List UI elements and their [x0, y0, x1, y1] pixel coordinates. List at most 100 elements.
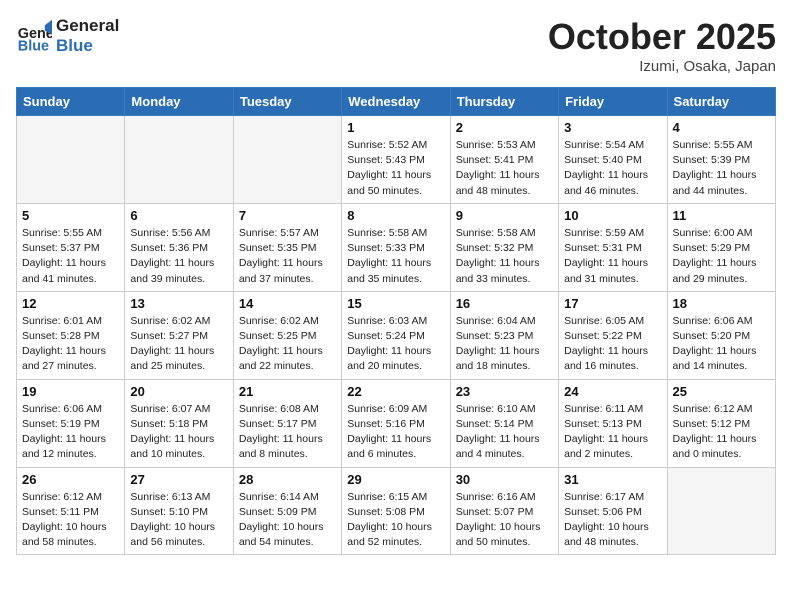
day-number: 27	[130, 472, 227, 487]
day-number: 16	[456, 296, 553, 311]
calendar-cell: 28 Sunrise: 6:14 AM Sunset: 5:09 PM Dayli…	[233, 467, 341, 555]
day-number: 13	[130, 296, 227, 311]
day-info: Sunrise: 5:59 AM Sunset: 5:31 PM Dayligh…	[564, 226, 661, 287]
day-number: 19	[22, 384, 119, 399]
day-number: 5	[22, 208, 119, 223]
day-info: Sunrise: 5:52 AM Sunset: 5:43 PM Dayligh…	[347, 138, 444, 199]
day-info: Sunrise: 6:06 AM Sunset: 5:19 PM Dayligh…	[22, 402, 119, 463]
calendar-cell: 25 Sunrise: 6:12 AM Sunset: 5:12 PM Dayli…	[667, 379, 775, 467]
day-number: 4	[673, 120, 770, 135]
day-number: 24	[564, 384, 661, 399]
day-info: Sunrise: 5:57 AM Sunset: 5:35 PM Dayligh…	[239, 226, 336, 287]
weekday-header-wednesday: Wednesday	[342, 88, 450, 116]
calendar-cell: 1 Sunrise: 5:52 AM Sunset: 5:43 PM Daylig…	[342, 116, 450, 204]
day-info: Sunrise: 5:58 AM Sunset: 5:33 PM Dayligh…	[347, 226, 444, 287]
calendar-cell	[125, 116, 233, 204]
day-info: Sunrise: 6:12 AM Sunset: 5:11 PM Dayligh…	[22, 490, 119, 551]
day-info: Sunrise: 6:14 AM Sunset: 5:09 PM Dayligh…	[239, 490, 336, 551]
calendar-cell: 20Sunrise: 6:07 AM Sunset: 5:18 PM Dayli…	[125, 379, 233, 467]
day-info: Sunrise: 6:15 AM Sunset: 5:08 PM Dayligh…	[347, 490, 444, 551]
calendar-cell: 4 Sunrise: 5:55 AM Sunset: 5:39 PM Daylig…	[667, 116, 775, 204]
month-title: October 2025	[548, 16, 776, 58]
day-info: Sunrise: 6:08 AM Sunset: 5:17 PM Dayligh…	[239, 402, 336, 463]
calendar-cell: 10Sunrise: 5:59 AM Sunset: 5:31 PM Dayli…	[559, 203, 667, 291]
day-number: 11	[673, 208, 770, 223]
day-number: 6	[130, 208, 227, 223]
day-number: 14	[239, 296, 336, 311]
day-info: Sunrise: 6:09 AM Sunset: 5:16 PM Dayligh…	[347, 402, 444, 463]
logo-general: General	[56, 16, 119, 36]
day-number: 18	[673, 296, 770, 311]
day-info: Sunrise: 6:01 AM Sunset: 5:28 PM Dayligh…	[22, 314, 119, 375]
calendar-cell: 12 Sunrise: 6:01 AM Sunset: 5:28 PM Dayli…	[17, 291, 125, 379]
calendar-cell	[17, 116, 125, 204]
calendar-cell: 13Sunrise: 6:02 AM Sunset: 5:27 PM Dayli…	[125, 291, 233, 379]
day-number: 15	[347, 296, 444, 311]
day-info: Sunrise: 6:13 AM Sunset: 5:10 PM Dayligh…	[130, 490, 227, 551]
calendar-cell: 19 Sunrise: 6:06 AM Sunset: 5:19 PM Dayli…	[17, 379, 125, 467]
day-info: Sunrise: 5:55 AM Sunset: 5:37 PM Dayligh…	[22, 226, 119, 287]
weekday-header-sunday: Sunday	[17, 88, 125, 116]
day-info: Sunrise: 6:07 AM Sunset: 5:18 PM Dayligh…	[130, 402, 227, 463]
day-info: Sunrise: 6:17 AM Sunset: 5:06 PM Dayligh…	[564, 490, 661, 551]
day-number: 30	[456, 472, 553, 487]
calendar-cell: 2 Sunrise: 5:53 AM Sunset: 5:41 PM Daylig…	[450, 116, 558, 204]
calendar-cell: 23 Sunrise: 6:10 AM Sunset: 5:14 PM Dayli…	[450, 379, 558, 467]
calendar-cell: 31Sunrise: 6:17 AM Sunset: 5:06 PM Dayli…	[559, 467, 667, 555]
page-header: General Blue General Blue October 2025 I…	[16, 16, 776, 75]
day-number: 25	[673, 384, 770, 399]
day-number: 9	[456, 208, 553, 223]
day-info: Sunrise: 5:53 AM Sunset: 5:41 PM Dayligh…	[456, 138, 553, 199]
day-info: Sunrise: 6:04 AM Sunset: 5:23 PM Dayligh…	[456, 314, 553, 375]
calendar-cell: 24 Sunrise: 6:11 AM Sunset: 5:13 PM Dayli…	[559, 379, 667, 467]
day-info: Sunrise: 6:12 AM Sunset: 5:12 PM Dayligh…	[673, 402, 770, 463]
calendar-cell: 21Sunrise: 6:08 AM Sunset: 5:17 PM Dayli…	[233, 379, 341, 467]
week-row-3: 19 Sunrise: 6:06 AM Sunset: 5:19 PM Dayli…	[17, 379, 776, 467]
calendar-cell: 14 Sunrise: 6:02 AM Sunset: 5:25 PM Dayli…	[233, 291, 341, 379]
day-info: Sunrise: 6:10 AM Sunset: 5:14 PM Dayligh…	[456, 402, 553, 463]
day-info: Sunrise: 6:05 AM Sunset: 5:22 PM Dayligh…	[564, 314, 661, 375]
calendar-cell: 11 Sunrise: 6:00 AM Sunset: 5:29 PM Dayli…	[667, 203, 775, 291]
calendar-cell: 17 Sunrise: 6:05 AM Sunset: 5:22 PM Dayli…	[559, 291, 667, 379]
calendar-cell: 8 Sunrise: 5:58 AM Sunset: 5:33 PM Daylig…	[342, 203, 450, 291]
day-number: 17	[564, 296, 661, 311]
day-info: Sunrise: 6:02 AM Sunset: 5:25 PM Dayligh…	[239, 314, 336, 375]
day-number: 7	[239, 208, 336, 223]
day-number: 29	[347, 472, 444, 487]
weekday-header-tuesday: Tuesday	[233, 88, 341, 116]
day-info: Sunrise: 5:58 AM Sunset: 5:32 PM Dayligh…	[456, 226, 553, 287]
calendar-cell: 3Sunrise: 5:54 AM Sunset: 5:40 PM Daylig…	[559, 116, 667, 204]
calendar-cell: 7 Sunrise: 5:57 AM Sunset: 5:35 PM Daylig…	[233, 203, 341, 291]
calendar: SundayMondayTuesdayWednesdayThursdayFrid…	[16, 87, 776, 555]
weekday-header-monday: Monday	[125, 88, 233, 116]
day-number: 8	[347, 208, 444, 223]
logo-icon: General Blue	[16, 18, 52, 54]
weekday-header-friday: Friday	[559, 88, 667, 116]
day-info: Sunrise: 5:56 AM Sunset: 5:36 PM Dayligh…	[130, 226, 227, 287]
calendar-cell: 26 Sunrise: 6:12 AM Sunset: 5:11 PM Dayli…	[17, 467, 125, 555]
day-number: 28	[239, 472, 336, 487]
logo: General Blue General Blue	[16, 16, 119, 55]
day-info: Sunrise: 6:11 AM Sunset: 5:13 PM Dayligh…	[564, 402, 661, 463]
calendar-cell: 6 Sunrise: 5:56 AM Sunset: 5:36 PM Daylig…	[125, 203, 233, 291]
day-info: Sunrise: 6:00 AM Sunset: 5:29 PM Dayligh…	[673, 226, 770, 287]
day-number: 12	[22, 296, 119, 311]
day-number: 2	[456, 120, 553, 135]
weekday-header-row: SundayMondayTuesdayWednesdayThursdayFrid…	[17, 88, 776, 116]
logo-blue: Blue	[56, 36, 119, 56]
title-block: October 2025 Izumi, Osaka, Japan	[548, 16, 776, 75]
day-number: 23	[456, 384, 553, 399]
week-row-4: 26 Sunrise: 6:12 AM Sunset: 5:11 PM Dayli…	[17, 467, 776, 555]
calendar-cell	[233, 116, 341, 204]
calendar-cell: 9 Sunrise: 5:58 AM Sunset: 5:32 PM Daylig…	[450, 203, 558, 291]
day-info: Sunrise: 5:54 AM Sunset: 5:40 PM Dayligh…	[564, 138, 661, 199]
weekday-header-saturday: Saturday	[667, 88, 775, 116]
calendar-cell: 5 Sunrise: 5:55 AM Sunset: 5:37 PM Daylig…	[17, 203, 125, 291]
day-number: 1	[347, 120, 444, 135]
weekday-header-thursday: Thursday	[450, 88, 558, 116]
day-info: Sunrise: 6:16 AM Sunset: 5:07 PM Dayligh…	[456, 490, 553, 551]
day-number: 26	[22, 472, 119, 487]
calendar-cell: 15Sunrise: 6:03 AM Sunset: 5:24 PM Dayli…	[342, 291, 450, 379]
day-info: Sunrise: 5:55 AM Sunset: 5:39 PM Dayligh…	[673, 138, 770, 199]
calendar-cell: 22Sunrise: 6:09 AM Sunset: 5:16 PM Dayli…	[342, 379, 450, 467]
